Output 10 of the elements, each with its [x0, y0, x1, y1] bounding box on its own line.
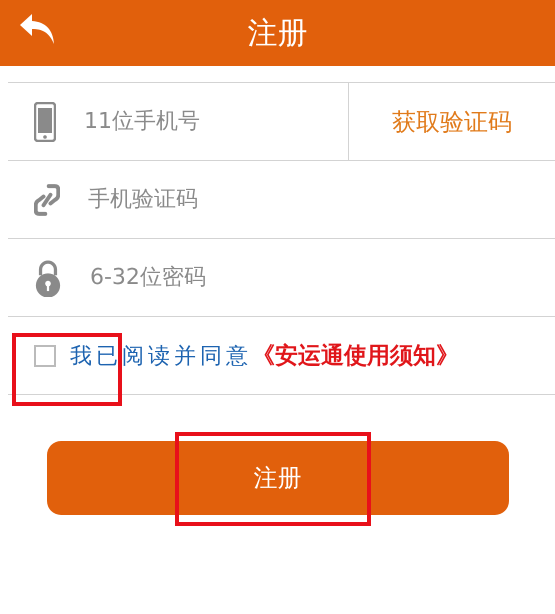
checkbox[interactable]	[34, 344, 56, 366]
phone-icon	[34, 102, 56, 142]
agreement-label: 我已阅读并同意	[70, 342, 252, 370]
lock-icon	[34, 258, 62, 296]
register-button[interactable]: 注册	[46, 441, 508, 515]
input-field[interactable]: 手机验证码	[86, 186, 555, 213]
input-field[interactable]: 11位手机号	[82, 108, 348, 135]
terms-link[interactable]: 《安运通使用须知》	[252, 340, 459, 371]
input-field[interactable]: 6-32位密码	[88, 264, 555, 291]
page-title: 注册	[248, 14, 308, 52]
